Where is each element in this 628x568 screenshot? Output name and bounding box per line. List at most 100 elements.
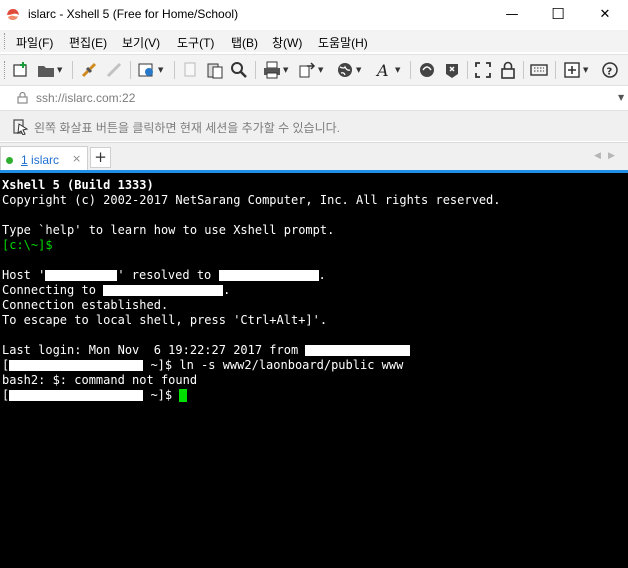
add-button[interactable]: ▼: [563, 61, 588, 79]
print-button[interactable]: ▼: [263, 61, 288, 79]
hint-text: 왼쪽 화살표 버튼을 클릭하면 현재 세션을 추가할 수 있습니다.: [34, 121, 341, 135]
new-session-button[interactable]: [12, 61, 30, 79]
svg-text:A: A: [375, 61, 389, 79]
fullscreen-button[interactable]: [474, 61, 492, 79]
terminal-established-line: Connection established.: [2, 298, 169, 312]
maximize-icon: ☐: [551, 5, 565, 23]
paste-button[interactable]: [206, 61, 224, 79]
toolbar-separator: [130, 61, 131, 79]
redacted-block: [9, 360, 144, 371]
menu-window[interactable]: 창(W): [272, 34, 302, 51]
font-icon: A: [375, 61, 389, 79]
minimize-button[interactable]: —: [489, 0, 535, 28]
help-icon: ?: [602, 62, 618, 78]
lock-icon: [501, 61, 515, 79]
xftp-icon: [420, 63, 434, 77]
properties-button[interactable]: ▼: [138, 61, 163, 79]
redacted-block: [9, 390, 144, 401]
xmanager-icon: [446, 64, 458, 78]
redacted-block: [45, 270, 118, 281]
maximize-button[interactable]: ☐: [535, 0, 581, 28]
terminal-last-login-line: Last login: Mon Nov 6 19:22:27 2017 from: [2, 343, 411, 358]
help-button[interactable]: ?: [601, 61, 619, 79]
menu-file[interactable]: 파일(F): [16, 34, 53, 51]
reconnect-icon: [106, 62, 122, 78]
new-tab-button[interactable]: +: [90, 147, 111, 168]
tab-bar: 1 islarc × + ◀ ▶: [0, 142, 628, 173]
address-bar[interactable]: ssh://islarc.com:22 ▼: [0, 85, 628, 111]
lock-button[interactable]: [499, 61, 517, 79]
terminal-escape-line: To escape to local shell, press 'Ctrl+Al…: [2, 313, 328, 327]
menu-tools[interactable]: 도구(T): [177, 34, 214, 51]
terminal-command-line: [ ~]$ ln -s www2/laonboard/public www: [2, 358, 404, 372]
terminal-local-prompt: [c:\~]$: [2, 238, 53, 252]
redacted-block: [218, 270, 319, 281]
terminal-copyright: Copyright (c) 2002-2017 NetSarang Comput…: [2, 193, 501, 207]
menu-bar: 파일(F) 편집(E) 보기(V) 도구(T) 탭(B) 창(W) 도움말(H): [0, 30, 628, 52]
toolbar-separator: [174, 61, 175, 79]
open-folder-icon: [38, 66, 54, 77]
xftp-button[interactable]: [418, 61, 436, 79]
menubar-grip: [4, 33, 8, 49]
globe-icon: [338, 63, 352, 77]
copy-button[interactable]: [182, 61, 200, 79]
address-field[interactable]: ssh://islarc.com:22: [36, 91, 135, 105]
terminal-help-line: Type `help' to learn how to use Xshell p…: [2, 223, 335, 237]
font-button[interactable]: A ▼: [375, 61, 400, 79]
menu-help[interactable]: 도움말(H): [318, 34, 368, 51]
menu-tab[interactable]: 탭(B): [231, 34, 258, 51]
minimize-icon: —: [505, 6, 519, 22]
transfer-icon: [299, 62, 316, 78]
close-icon: ✕: [599, 6, 611, 22]
close-window-button[interactable]: ✕: [582, 0, 628, 28]
xmanager-button[interactable]: [443, 61, 461, 79]
copy-icon: [184, 62, 196, 77]
svg-text:?: ?: [607, 67, 613, 78]
reconnect-button[interactable]: [105, 61, 123, 79]
add-icon: [564, 62, 580, 78]
find-button[interactable]: [230, 61, 248, 79]
new-session-icon: [13, 62, 27, 77]
keyboard-icon: [530, 64, 548, 76]
session-hint-bar: 왼쪽 화살표 버튼을 클릭하면 현재 세션을 추가할 수 있습니다.: [0, 111, 628, 141]
toolbar-separator: [523, 61, 524, 79]
terminal-error-line: bash2: $: command not found: [2, 373, 198, 387]
find-icon: [231, 62, 247, 78]
toolbar: ▼ ▼ ▼ ▼ ▼ A ▼ ▼ ?: [0, 54, 628, 85]
disconnect-icon: [81, 62, 97, 78]
paste-icon: [207, 63, 223, 79]
tab-next-icon[interactable]: ▶: [608, 151, 615, 161]
toolbar-separator: [555, 61, 556, 79]
title-bar: islarc - Xshell 5 (Free for Home/School)…: [0, 0, 628, 28]
redacted-block: [305, 345, 411, 356]
status-dot-icon: [6, 157, 13, 164]
toolbar-separator: [410, 61, 411, 79]
chevron-down-icon[interactable]: ▼: [618, 93, 624, 102]
disconnect-button[interactable]: [80, 61, 98, 79]
globe-button[interactable]: ▼: [336, 61, 361, 79]
toolbar-separator: [72, 61, 73, 79]
properties-icon: [138, 63, 153, 77]
open-button[interactable]: ▼: [37, 61, 62, 79]
tab-close-icon[interactable]: ×: [72, 152, 81, 165]
toolbar-separator: [467, 61, 468, 79]
terminal-current-prompt: [ ~]$: [2, 388, 188, 403]
terminal-host-line: Host ' ' resolved to .: [2, 268, 326, 282]
terminal-banner: Xshell 5 (Build 1333): [2, 178, 154, 192]
tab-islarc[interactable]: 1 islarc ×: [0, 146, 88, 173]
terminal-connecting-line: Connecting to .: [2, 283, 231, 297]
tab-prev-icon[interactable]: ◀: [594, 151, 601, 161]
xshell-app-icon: [7, 9, 19, 20]
add-session-arrow-icon[interactable]: [13, 119, 29, 135]
keyboard-button[interactable]: [530, 61, 548, 79]
menu-view[interactable]: 보기(V): [122, 34, 160, 51]
menu-edit[interactable]: 편집(E): [69, 34, 107, 51]
print-icon: [264, 61, 280, 79]
lock-icon: [17, 91, 28, 104]
terminal-area[interactable]: Xshell 5 (Build 1333) Copyright (c) 2002…: [0, 173, 628, 568]
transfer-button[interactable]: ▼: [298, 61, 323, 79]
tab-label: 1 islarc: [21, 153, 60, 167]
toolbar-separator: [255, 61, 256, 79]
terminal-cursor: [179, 389, 188, 402]
window-title: islarc - Xshell 5 (Free for Home/School): [28, 7, 239, 21]
